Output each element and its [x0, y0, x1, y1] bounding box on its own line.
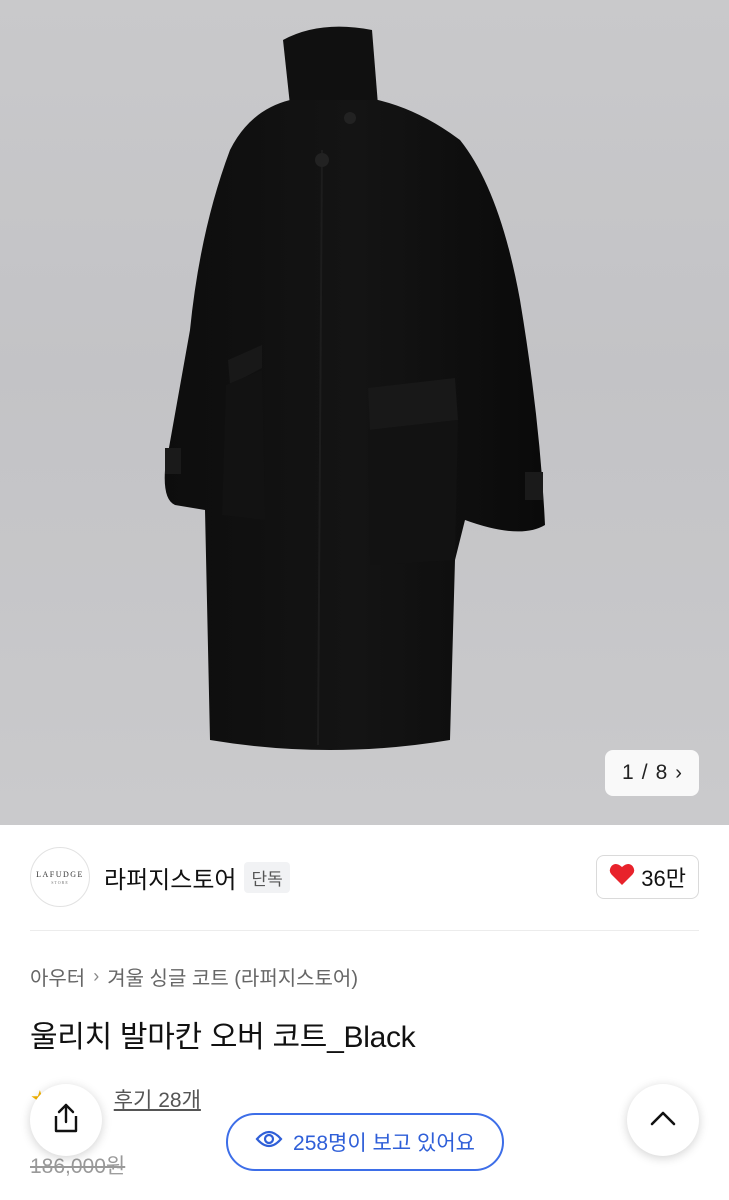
viewers-pill[interactable]: 258명이 보고 있어요	[226, 1113, 504, 1171]
share-icon	[51, 1102, 81, 1139]
chevron-right-icon: ›	[675, 762, 682, 784]
exclusive-badge: 단독	[244, 861, 290, 893]
viewers-label: 258명이 보고 있어요	[293, 1132, 475, 1155]
store-logo-text: LAFUDGE	[36, 869, 84, 879]
image-counter[interactable]: 1 / 8 ›	[605, 750, 699, 796]
heart-icon	[609, 862, 635, 892]
like-count: 36만	[641, 866, 686, 891]
image-counter-current: 1	[622, 761, 634, 784]
eye-icon	[255, 1129, 283, 1155]
coat-illustration	[164, 26, 545, 750]
review-link[interactable]: 후기 28개	[114, 1084, 201, 1114]
breadcrumb-subcategory[interactable]: 겨울 싱글 코트 (라퍼지스토어)	[107, 962, 358, 991]
like-button[interactable]: 36만	[596, 855, 699, 899]
image-counter-total: 8	[655, 761, 668, 784]
bottom-fade	[0, 1172, 729, 1200]
scroll-top-button[interactable]	[627, 1084, 699, 1156]
product-image[interactable]: 1 / 8 ›	[0, 0, 729, 825]
breadcrumb: 아우터 › 겨울 싱글 코트 (라퍼지스토어)	[30, 962, 358, 991]
divider	[30, 930, 699, 931]
store-name[interactable]: 라퍼지스토어	[104, 860, 236, 895]
chevron-right-icon: ›	[93, 966, 100, 986]
share-button[interactable]	[30, 1084, 102, 1156]
product-title: 울리치 발마칸 오버 코트_Black	[30, 1021, 416, 1054]
image-counter-separator: /	[641, 761, 648, 784]
breadcrumb-category[interactable]: 아우터	[30, 962, 85, 991]
chevron-up-icon	[649, 1109, 677, 1132]
store-logo-sub: STORE	[51, 879, 69, 885]
store-row: LAFUDGE STORE 라퍼지스토어 단독 36만	[30, 846, 699, 908]
store-logo[interactable]: LAFUDGE STORE	[30, 847, 90, 907]
